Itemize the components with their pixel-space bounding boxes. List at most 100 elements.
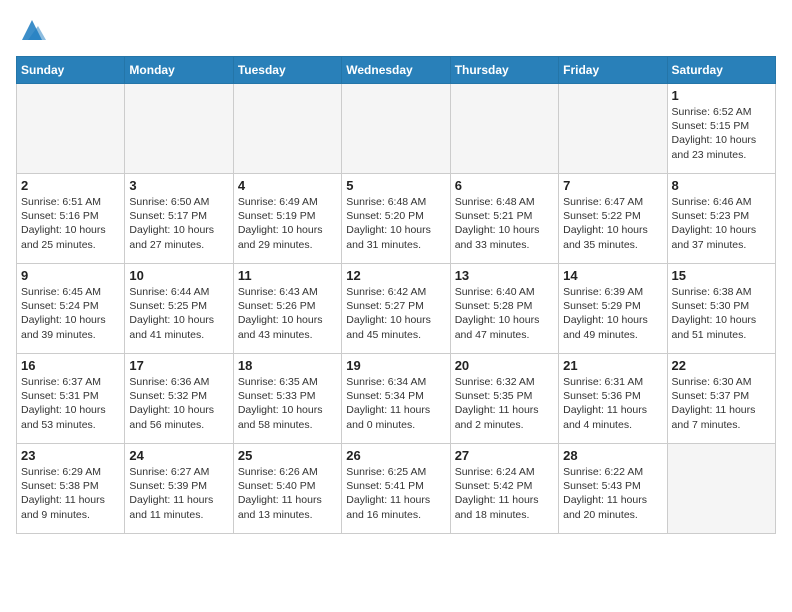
day-number: 22 [672, 358, 771, 373]
calendar-cell [559, 84, 667, 174]
day-number: 9 [21, 268, 120, 283]
day-number: 18 [238, 358, 337, 373]
day-info: Sunrise: 6:37 AM Sunset: 5:31 PM Dayligh… [21, 375, 120, 432]
calendar-cell: 7 Sunrise: 6:47 AM Sunset: 5:22 PM Daylig… [559, 174, 667, 264]
calendar-header-row: SundayMondayTuesdayWednesdayThursdayFrid… [17, 57, 776, 84]
calendar-cell [233, 84, 341, 174]
calendar-cell: 5Sunrise: 6:48 AM Sunset: 5:20 PM Daylig… [342, 174, 450, 264]
logo [16, 16, 46, 44]
calendar-cell: 4 Sunrise: 6:49 AM Sunset: 5:19 PM Daylig… [233, 174, 341, 264]
day-number: 16 [21, 358, 120, 373]
day-info: Sunrise: 6:42 AM Sunset: 5:27 PM Dayligh… [346, 285, 445, 342]
calendar-cell: 27 Sunrise: 6:24 AM Sunset: 5:42 PM Dayli… [450, 444, 558, 534]
day-number: 23 [21, 448, 120, 463]
calendar-cell: 18Sunrise: 6:35 AM Sunset: 5:33 PM Dayli… [233, 354, 341, 444]
calendar-cell: 17Sunrise: 6:36 AM Sunset: 5:32 PM Dayli… [125, 354, 233, 444]
day-info: Sunrise: 6:46 AM Sunset: 5:23 PM Dayligh… [672, 195, 771, 252]
day-number: 20 [455, 358, 554, 373]
day-number: 28 [563, 448, 662, 463]
day-number: 4 [238, 178, 337, 193]
col-header-friday: Friday [559, 57, 667, 84]
day-number: 14 [563, 268, 662, 283]
calendar-week-row: 16 Sunrise: 6:37 AM Sunset: 5:31 PM Dayli… [17, 354, 776, 444]
day-number: 27 [455, 448, 554, 463]
day-number: 13 [455, 268, 554, 283]
day-info: Sunrise: 6:26 AM Sunset: 5:40 PM Dayligh… [238, 465, 337, 522]
calendar-cell: 6 Sunrise: 6:48 AM Sunset: 5:21 PM Daylig… [450, 174, 558, 264]
day-number: 25 [238, 448, 337, 463]
day-number: 5 [346, 178, 445, 193]
calendar-cell [342, 84, 450, 174]
calendar-cell: 8 Sunrise: 6:46 AM Sunset: 5:23 PM Daylig… [667, 174, 775, 264]
calendar-cell: 22 Sunrise: 6:30 AM Sunset: 5:37 PM Dayli… [667, 354, 775, 444]
calendar-cell: 20 Sunrise: 6:32 AM Sunset: 5:35 PM Dayli… [450, 354, 558, 444]
calendar-cell: 14 Sunrise: 6:39 AM Sunset: 5:29 PM Dayli… [559, 264, 667, 354]
day-number: 26 [346, 448, 445, 463]
calendar-cell [450, 84, 558, 174]
calendar-week-row: 23 Sunrise: 6:29 AM Sunset: 5:38 PM Dayli… [17, 444, 776, 534]
calendar-cell: 3Sunrise: 6:50 AM Sunset: 5:17 PM Daylig… [125, 174, 233, 264]
day-info: Sunrise: 6:44 AM Sunset: 5:25 PM Dayligh… [129, 285, 228, 342]
calendar-cell: 21 Sunrise: 6:31 AM Sunset: 5:36 PM Dayli… [559, 354, 667, 444]
day-info: Sunrise: 6:24 AM Sunset: 5:42 PM Dayligh… [455, 465, 554, 522]
day-info: Sunrise: 6:34 AM Sunset: 5:34 PM Dayligh… [346, 375, 445, 432]
page-header [16, 16, 776, 44]
calendar-cell: 9 Sunrise: 6:45 AM Sunset: 5:24 PM Daylig… [17, 264, 125, 354]
col-header-monday: Monday [125, 57, 233, 84]
col-header-wednesday: Wednesday [342, 57, 450, 84]
day-info: Sunrise: 6:27 AM Sunset: 5:39 PM Dayligh… [129, 465, 228, 522]
day-number: 24 [129, 448, 228, 463]
col-header-saturday: Saturday [667, 57, 775, 84]
day-number: 3 [129, 178, 228, 193]
day-number: 11 [238, 268, 337, 283]
day-info: Sunrise: 6:30 AM Sunset: 5:37 PM Dayligh… [672, 375, 771, 432]
day-info: Sunrise: 6:22 AM Sunset: 5:43 PM Dayligh… [563, 465, 662, 522]
day-number: 1 [672, 88, 771, 103]
logo-icon [18, 16, 46, 44]
calendar-cell [17, 84, 125, 174]
calendar-cell [667, 444, 775, 534]
calendar-cell: 11Sunrise: 6:43 AM Sunset: 5:26 PM Dayli… [233, 264, 341, 354]
day-number: 2 [21, 178, 120, 193]
calendar-cell: 15 Sunrise: 6:38 AM Sunset: 5:30 PM Dayli… [667, 264, 775, 354]
day-info: Sunrise: 6:47 AM Sunset: 5:22 PM Dayligh… [563, 195, 662, 252]
calendar-cell: 16 Sunrise: 6:37 AM Sunset: 5:31 PM Dayli… [17, 354, 125, 444]
calendar-cell: 2Sunrise: 6:51 AM Sunset: 5:16 PM Daylig… [17, 174, 125, 264]
calendar-cell: 28 Sunrise: 6:22 AM Sunset: 5:43 PM Dayli… [559, 444, 667, 534]
day-number: 6 [455, 178, 554, 193]
calendar-cell: 26 Sunrise: 6:25 AM Sunset: 5:41 PM Dayli… [342, 444, 450, 534]
col-header-thursday: Thursday [450, 57, 558, 84]
calendar-cell: 23 Sunrise: 6:29 AM Sunset: 5:38 PM Dayli… [17, 444, 125, 534]
day-info: Sunrise: 6:48 AM Sunset: 5:21 PM Dayligh… [455, 195, 554, 252]
calendar-cell: 24 Sunrise: 6:27 AM Sunset: 5:39 PM Dayli… [125, 444, 233, 534]
day-number: 15 [672, 268, 771, 283]
day-info: Sunrise: 6:52 AM Sunset: 5:15 PM Dayligh… [672, 105, 771, 162]
day-info: Sunrise: 6:40 AM Sunset: 5:28 PM Dayligh… [455, 285, 554, 342]
day-info: Sunrise: 6:39 AM Sunset: 5:29 PM Dayligh… [563, 285, 662, 342]
day-number: 7 [563, 178, 662, 193]
day-info: Sunrise: 6:25 AM Sunset: 5:41 PM Dayligh… [346, 465, 445, 522]
day-info: Sunrise: 6:31 AM Sunset: 5:36 PM Dayligh… [563, 375, 662, 432]
day-info: Sunrise: 6:38 AM Sunset: 5:30 PM Dayligh… [672, 285, 771, 342]
calendar-cell: 19Sunrise: 6:34 AM Sunset: 5:34 PM Dayli… [342, 354, 450, 444]
day-number: 17 [129, 358, 228, 373]
day-info: Sunrise: 6:49 AM Sunset: 5:19 PM Dayligh… [238, 195, 337, 252]
day-number: 8 [672, 178, 771, 193]
day-number: 21 [563, 358, 662, 373]
day-info: Sunrise: 6:29 AM Sunset: 5:38 PM Dayligh… [21, 465, 120, 522]
calendar-week-row: 9 Sunrise: 6:45 AM Sunset: 5:24 PM Daylig… [17, 264, 776, 354]
col-header-tuesday: Tuesday [233, 57, 341, 84]
day-number: 12 [346, 268, 445, 283]
col-header-sunday: Sunday [17, 57, 125, 84]
calendar-week-row: 2Sunrise: 6:51 AM Sunset: 5:16 PM Daylig… [17, 174, 776, 264]
calendar-cell: 25 Sunrise: 6:26 AM Sunset: 5:40 PM Dayli… [233, 444, 341, 534]
day-number: 10 [129, 268, 228, 283]
day-info: Sunrise: 6:32 AM Sunset: 5:35 PM Dayligh… [455, 375, 554, 432]
calendar-cell: 1 Sunrise: 6:52 AM Sunset: 5:15 PM Daylig… [667, 84, 775, 174]
calendar-cell: 12 Sunrise: 6:42 AM Sunset: 5:27 PM Dayli… [342, 264, 450, 354]
calendar-cell: 10 Sunrise: 6:44 AM Sunset: 5:25 PM Dayli… [125, 264, 233, 354]
calendar-table: SundayMondayTuesdayWednesdayThursdayFrid… [16, 56, 776, 534]
calendar-cell: 13 Sunrise: 6:40 AM Sunset: 5:28 PM Dayli… [450, 264, 558, 354]
day-info: Sunrise: 6:45 AM Sunset: 5:24 PM Dayligh… [21, 285, 120, 342]
calendar-week-row: 1 Sunrise: 6:52 AM Sunset: 5:15 PM Daylig… [17, 84, 776, 174]
